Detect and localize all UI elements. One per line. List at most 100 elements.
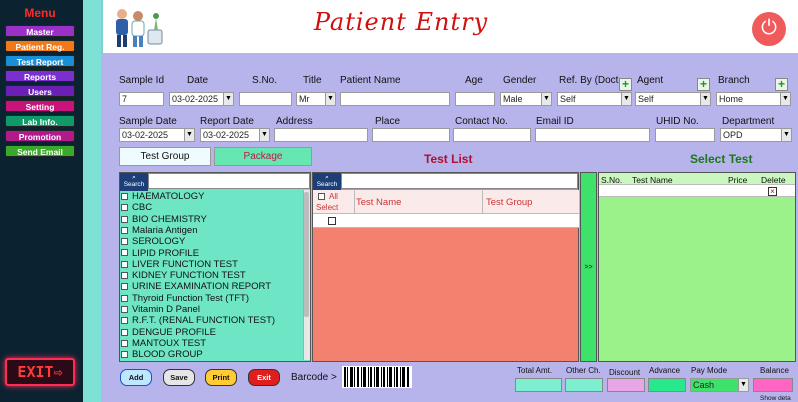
- list-item[interactable]: CBC: [121, 202, 152, 213]
- menu-item-lab-info[interactable]: Lab Info.: [5, 115, 75, 127]
- add-to-selected-button[interactable]: >>: [580, 172, 597, 362]
- group-checkbox[interactable]: [121, 272, 128, 280]
- date-field[interactable]: 03-02-2025 ▼: [169, 92, 234, 106]
- place-field[interactable]: [372, 128, 450, 142]
- dropdown-arrow-icon[interactable]: ▼: [781, 129, 791, 141]
- balance-field[interactable]: [753, 378, 793, 392]
- branch-select[interactable]: Home ▼: [716, 92, 791, 106]
- group-checkbox[interactable]: [121, 238, 128, 246]
- list-item[interactable]: Malaria Antigen: [121, 225, 197, 236]
- test-search-input[interactable]: [341, 173, 578, 189]
- selected-test-row[interactable]: [599, 185, 795, 197]
- group-checkbox[interactable]: [121, 294, 128, 302]
- group-checkbox[interactable]: [121, 226, 128, 234]
- group-checkbox[interactable]: [121, 305, 128, 313]
- group-checkbox[interactable]: [121, 204, 128, 212]
- add-doctor-icon[interactable]: +: [619, 78, 632, 91]
- group-search-input[interactable]: [148, 173, 310, 189]
- list-item[interactable]: LIVER FUNCTION TEST: [121, 259, 238, 270]
- menu-item-users[interactable]: Users: [5, 85, 75, 97]
- menu-item-reports[interactable]: Reports: [5, 70, 75, 82]
- dropdown-arrow-icon[interactable]: ▼: [780, 93, 790, 105]
- pay-mode-select[interactable]: Cash ▼: [690, 378, 749, 392]
- gender-select[interactable]: Male ▼: [500, 92, 552, 106]
- dropdown-arrow-icon[interactable]: ▼: [738, 379, 748, 391]
- report-date-field[interactable]: 03-02-2025 ▼: [200, 128, 270, 142]
- list-item[interactable]: MANTOUX TEST: [121, 338, 206, 349]
- list-item[interactable]: URINE EXAMINATION REPORT: [121, 281, 271, 292]
- uhid-field[interactable]: [655, 128, 715, 142]
- add-button[interactable]: Add: [120, 369, 152, 386]
- patient-name-field[interactable]: [340, 92, 450, 106]
- menu-item-promotion[interactable]: Promotion: [5, 130, 75, 142]
- all-checkbox-box[interactable]: [318, 193, 325, 201]
- dropdown-arrow-icon[interactable]: ▼: [325, 93, 335, 105]
- list-item[interactable]: DENGUE PROFILE: [121, 327, 216, 338]
- dropdown-arrow-icon[interactable]: ▼: [621, 93, 631, 105]
- total-amt-field[interactable]: [515, 378, 562, 392]
- list-item[interactable]: Vitamin D Panel: [121, 304, 200, 315]
- gender-value: Male: [503, 94, 523, 104]
- group-checkbox[interactable]: [121, 351, 128, 359]
- list-item[interactable]: LIPID PROFILE: [121, 248, 199, 259]
- list-item[interactable]: HAEMATOLOGY: [121, 191, 205, 202]
- title-select[interactable]: Mr ▼: [296, 92, 336, 106]
- group-checkbox[interactable]: [121, 317, 128, 325]
- list-item[interactable]: KIDNEY FUNCTION TEST: [121, 270, 246, 281]
- add-branch-icon[interactable]: +: [775, 78, 788, 91]
- all-checkbox[interactable]: All: [318, 192, 338, 201]
- power-icon[interactable]: ⏻: [752, 12, 786, 46]
- advance-field[interactable]: [648, 378, 686, 392]
- sample-date-field[interactable]: 03-02-2025 ▼: [119, 128, 195, 142]
- group-checkbox[interactable]: [121, 249, 128, 257]
- group-checkbox[interactable]: [121, 339, 128, 347]
- ref-by-select[interactable]: Self ▼: [557, 92, 632, 106]
- group-checkbox[interactable]: [121, 192, 128, 200]
- dropdown-arrow-icon[interactable]: ▼: [184, 129, 194, 141]
- show-details-link[interactable]: Show deta: [760, 395, 791, 402]
- group-search-icon[interactable]: ⌕ Search: [120, 173, 148, 191]
- dropdown-arrow-icon[interactable]: ▼: [259, 129, 269, 141]
- group-checkbox[interactable]: [121, 260, 128, 268]
- group-checkbox[interactable]: [121, 215, 128, 223]
- age-field[interactable]: [455, 92, 495, 106]
- tab-test-group[interactable]: Test Group: [119, 147, 211, 166]
- sample-id-field[interactable]: 7: [119, 92, 164, 106]
- print-button[interactable]: Print: [205, 369, 237, 386]
- exit-neon-button[interactable]: EXIT⇨: [5, 358, 75, 386]
- sno-field[interactable]: [239, 92, 292, 106]
- delete-icon[interactable]: ×: [768, 187, 777, 196]
- save-button[interactable]: Save: [163, 369, 195, 386]
- menu-item-send-email[interactable]: Send Email: [5, 145, 75, 157]
- discount-field[interactable]: [607, 378, 645, 392]
- sample-date-value: 03-02-2025: [122, 130, 169, 140]
- exit-button[interactable]: Exit: [248, 369, 280, 386]
- list-item[interactable]: SEROLOGY: [121, 236, 185, 247]
- other-ch-field[interactable]: [565, 378, 603, 392]
- menu-item-setting[interactable]: Setting: [5, 100, 75, 112]
- test-search-icon[interactable]: ⌕ Search: [313, 173, 341, 191]
- agent-select[interactable]: Self ▼: [635, 92, 711, 106]
- list-item[interactable]: BIO CHEMISTRY: [121, 214, 207, 225]
- scroll-thumb[interactable]: [304, 192, 309, 317]
- menu-item-test-report[interactable]: Test Report: [5, 55, 75, 67]
- dropdown-arrow-icon[interactable]: ▼: [223, 93, 233, 105]
- test-name-col-header: Test Name: [356, 197, 402, 208]
- contact-field[interactable]: [453, 128, 531, 142]
- address-field[interactable]: [274, 128, 368, 142]
- add-agent-icon[interactable]: +: [697, 78, 710, 91]
- menu-item-patient-reg[interactable]: Patient Reg.: [5, 40, 75, 52]
- dropdown-arrow-icon[interactable]: ▼: [541, 93, 551, 105]
- group-checkbox[interactable]: [121, 283, 128, 291]
- menu-item-master[interactable]: Master: [5, 25, 75, 37]
- group-checkbox[interactable]: [121, 328, 128, 336]
- list-item[interactable]: R.F.T. (RENAL FUNCTION TEST): [121, 315, 275, 326]
- tab-package[interactable]: Package: [214, 147, 312, 166]
- row-checkbox[interactable]: [328, 217, 336, 225]
- list-item[interactable]: Thyroid Function Test (TFT): [121, 293, 249, 304]
- dropdown-arrow-icon[interactable]: ▼: [700, 93, 710, 105]
- test-list-row[interactable]: [313, 214, 579, 228]
- list-item[interactable]: BLOOD GROUP: [121, 349, 203, 360]
- email-field[interactable]: [535, 128, 650, 142]
- department-select[interactable]: OPD ▼: [720, 128, 792, 142]
